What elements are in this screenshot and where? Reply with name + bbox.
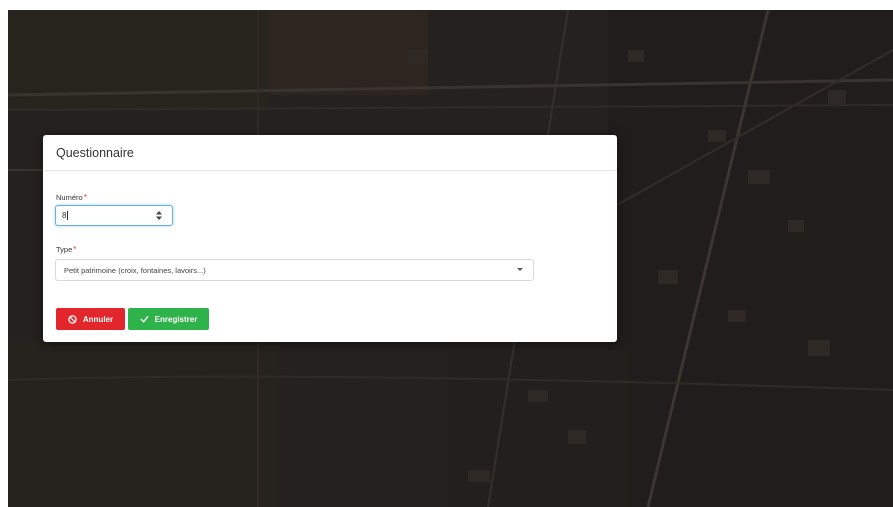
- numero-label-text: Numéro: [56, 193, 83, 202]
- type-label-text: Type: [56, 245, 73, 254]
- numero-input[interactable]: 8: [55, 205, 173, 226]
- type-selected-value: Petit patrimoine (croix, fontaines, lavo…: [64, 265, 206, 275]
- text-cursor: [67, 211, 69, 220]
- numero-value: 8: [62, 211, 67, 220]
- ban-icon: [68, 314, 77, 324]
- type-label: Type*: [56, 245, 76, 254]
- check-icon: [140, 315, 149, 323]
- save-button[interactable]: Enregistrer: [128, 308, 209, 330]
- type-select[interactable]: Petit patrimoine (croix, fontaines, lavo…: [55, 259, 534, 281]
- cancel-button[interactable]: Annuler: [56, 308, 125, 330]
- required-marker: *: [73, 245, 77, 254]
- questionnaire-modal: Questionnaire Numéro* 8 Type* Petit patr…: [43, 135, 617, 342]
- modal-title: Questionnaire: [56, 145, 134, 160]
- save-button-label: Enregistrer: [154, 314, 198, 324]
- modal-header: Questionnaire: [43, 135, 617, 171]
- required-marker: *: [83, 193, 87, 202]
- cancel-button-label: Annuler: [82, 314, 114, 324]
- numero-label: Numéro*: [56, 193, 87, 202]
- map-view[interactable]: Questionnaire Numéro* 8 Type* Petit patr…: [8, 10, 893, 507]
- caret-down-icon: [517, 268, 523, 271]
- spinner-arrows-icon[interactable]: [156, 211, 162, 221]
